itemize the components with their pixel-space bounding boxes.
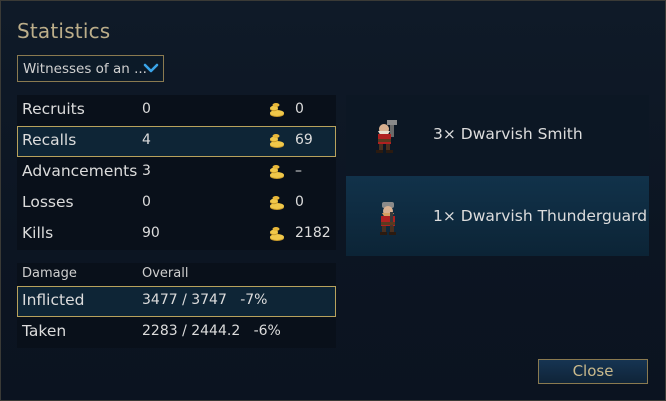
scenario-dropdown[interactable]: Witnesses of an ... (17, 55, 164, 82)
stat-label: Advancements (22, 162, 138, 180)
stat-count: 0 (142, 194, 151, 210)
damage-value: 3477 / 3747 -7% (142, 292, 268, 308)
dwarvish-smith-sprite-icon (376, 120, 397, 153)
dropdown-selected-label: Witnesses of an ... (23, 60, 147, 77)
stats-row-losses[interactable]: Losses 0 0 (17, 188, 336, 219)
unit-list-item[interactable]: 3× Dwarvish Smith (346, 95, 649, 174)
gold-coins-icon (270, 134, 284, 148)
damage-row-taken[interactable]: Taken 2283 / 2444.2 -6% (17, 317, 336, 348)
stat-gold: 0 (295, 101, 304, 117)
damage-label: Inflicted (22, 291, 85, 309)
stat-count: 4 (142, 132, 151, 148)
dialog-title: Statistics (17, 19, 111, 43)
stat-label: Losses (22, 193, 74, 211)
damage-header-mode: Overall (142, 266, 189, 281)
stats-row-advancements[interactable]: Advancements 3 – (17, 157, 336, 188)
damage-table: Damage Overall Inflicted 3477 / 3747 -7%… (17, 263, 336, 348)
stats-row-recalls[interactable]: Recalls 4 69 (17, 126, 336, 157)
stat-gold: 2182 (295, 225, 331, 241)
damage-row-inflicted[interactable]: Inflicted 3477 / 3747 -7% (17, 286, 336, 317)
close-button[interactable]: Close (538, 359, 648, 384)
statistics-dialog: Statistics Witnesses of an ... Recruits … (0, 0, 666, 401)
dwarvish-thunderguard-sprite-icon (380, 202, 396, 235)
unit-list-item[interactable]: 1× Dwarvish Thunderguard (346, 176, 649, 256)
damage-value: 2283 / 2444.2 -6% (142, 323, 281, 339)
damage-label: Taken (22, 322, 67, 340)
gold-coins-icon (270, 103, 284, 117)
stat-count: 0 (142, 101, 151, 117)
gold-coins-icon (270, 196, 284, 210)
damage-header-label: Damage (22, 266, 77, 281)
stat-gold: 0 (295, 194, 304, 210)
stat-gold: 69 (295, 132, 313, 148)
damage-header: Damage Overall (17, 263, 336, 286)
unit-name: 3× Dwarvish Smith (433, 125, 583, 143)
stat-label: Kills (22, 224, 54, 242)
gold-coins-icon (270, 165, 284, 179)
chevron-down-icon (143, 63, 159, 73)
stats-row-recruits[interactable]: Recruits 0 0 (17, 95, 336, 126)
stat-gold: – (295, 163, 302, 179)
stats-row-kills[interactable]: Kills 90 2182 (17, 219, 336, 250)
gold-coins-icon (270, 227, 284, 241)
stat-count: 90 (142, 225, 160, 241)
unit-list: 3× Dwarvish Smith 1× Dwarvish Thundergua… (346, 95, 649, 257)
stat-label: Recruits (22, 100, 85, 118)
stats-table: Recruits 0 0 Recalls 4 69 Advancements 3… (17, 95, 336, 250)
stat-count: 3 (142, 163, 151, 179)
unit-name: 1× Dwarvish Thunderguard (433, 207, 648, 225)
stat-label: Recalls (22, 131, 77, 149)
